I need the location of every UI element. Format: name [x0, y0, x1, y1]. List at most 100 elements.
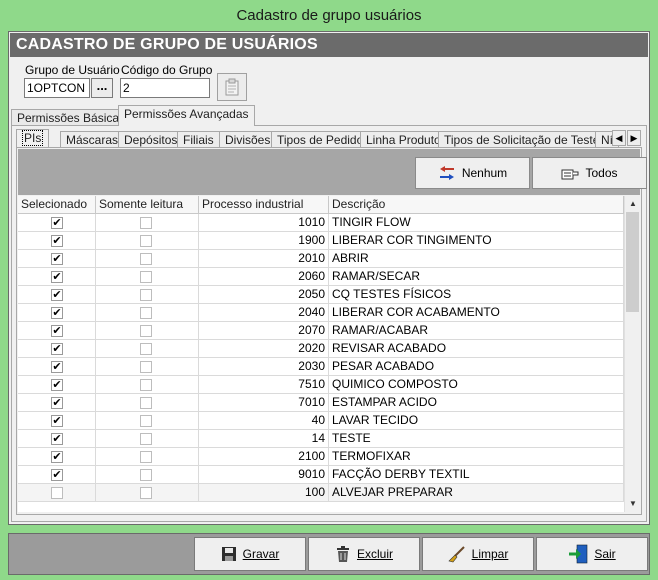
scroll-thumb[interactable]	[626, 212, 639, 312]
column-selecionado[interactable]: Selecionado	[18, 196, 96, 214]
selecionado-cell: ✔	[18, 448, 96, 465]
somente-leitura-cell	[96, 286, 199, 303]
somente-leitura-cell	[96, 322, 199, 339]
scroll-up-icon[interactable]: ▲	[625, 196, 640, 212]
somente-leitura-checkbox[interactable]	[140, 361, 152, 373]
tab-permissoes-avancadas[interactable]: Permissões Avançadas	[118, 105, 255, 126]
table-row[interactable]: ✔ 2030 PESAR ACABADO	[18, 358, 624, 376]
somente-leitura-checkbox[interactable]	[140, 307, 152, 319]
tab-depositos[interactable]: Depósitos	[118, 131, 184, 148]
inner-tab-bar: PIs Máscaras Depósitos Filiais Divisões …	[16, 128, 644, 148]
selecionado-checkbox[interactable]: ✔	[51, 415, 63, 427]
grupo-lookup-button[interactable]: ...	[91, 78, 113, 98]
selecionado-checkbox[interactable]: ✔	[51, 217, 63, 229]
descricao-cell: TINGIR FLOW	[329, 214, 624, 231]
tab-permissoes-basicas[interactable]: Permissões Básicas	[11, 109, 132, 126]
column-processo-industrial[interactable]: Processo industrial	[199, 196, 329, 214]
todos-button[interactable]: Todos	[532, 157, 647, 189]
gravar-button[interactable]: Gravar	[194, 537, 306, 571]
somente-leitura-checkbox[interactable]	[140, 397, 152, 409]
processo-cell: 1010	[199, 214, 329, 231]
somente-leitura-checkbox[interactable]	[140, 451, 152, 463]
somente-leitura-checkbox[interactable]	[140, 289, 152, 301]
selecionado-checkbox[interactable]: ✔	[51, 289, 63, 301]
scroll-down-icon[interactable]: ▼	[625, 496, 640, 512]
todos-label: Todos	[585, 166, 618, 180]
somente-leitura-checkbox[interactable]	[140, 469, 152, 481]
clipboard-button[interactable]	[217, 73, 247, 101]
selecionado-checkbox[interactable]: ✔	[51, 451, 63, 463]
excluir-button[interactable]: Excluir	[308, 537, 420, 571]
somente-leitura-cell	[96, 214, 199, 231]
selecionado-cell: ✔	[18, 340, 96, 357]
descricao-cell: RAMAR/ACABAR	[329, 322, 624, 339]
selecionado-cell: ✔	[18, 466, 96, 483]
tab-mascaras[interactable]: Máscaras	[60, 131, 125, 148]
table-row[interactable]: ✔ 2040 LIBERAR COR ACABAMENTO	[18, 304, 624, 322]
tab-tipos-de-solicitacao[interactable]: Tipos de Solicitação de Testes	[438, 131, 612, 148]
somente-leitura-checkbox[interactable]	[140, 235, 152, 247]
tab-scroll-right-icon[interactable]: ▶	[627, 130, 641, 146]
table-row[interactable]: ✔ 9010 FACÇÃO DERBY TEXTIL	[18, 466, 624, 484]
somente-leitura-checkbox[interactable]	[140, 487, 152, 499]
somente-leitura-cell	[96, 394, 199, 411]
table-row[interactable]: ✔ 2100 TERMOFIXAR	[18, 448, 624, 466]
brush-icon	[448, 546, 465, 563]
selecionado-checkbox[interactable]: ✔	[51, 469, 63, 481]
column-somente-leitura[interactable]: Somente leitura	[96, 196, 199, 214]
table-row[interactable]: ✔ 14 TESTE	[18, 430, 624, 448]
somente-leitura-checkbox[interactable]	[140, 433, 152, 445]
grupo-field[interactable]: 1OPTCON	[24, 78, 90, 98]
somente-leitura-checkbox[interactable]	[140, 325, 152, 337]
table-row[interactable]: ✔ 2010 ABRIR	[18, 250, 624, 268]
table-row[interactable]: ✔ 1010 TINGIR FLOW	[18, 214, 624, 232]
tab-scroll-left-icon[interactable]: ◀	[612, 130, 626, 146]
table-row[interactable]: ✔ 2070 RAMAR/ACABAR	[18, 322, 624, 340]
somente-leitura-cell	[96, 376, 199, 393]
tab-pis[interactable]: PIs	[16, 129, 50, 148]
descricao-cell: PESAR ACABADO	[329, 358, 624, 375]
table-row[interactable]: ✔ 2060 RAMAR/SECAR	[18, 268, 624, 286]
nenhum-button[interactable]: Nenhum	[415, 157, 530, 189]
somente-leitura-cell	[96, 250, 199, 267]
selecionado-checkbox[interactable]: ✔	[51, 343, 63, 355]
limpar-button[interactable]: Limpar	[422, 537, 534, 571]
main-window: CADASTRO DE GRUPO DE USUÁRIOS Grupo de U…	[8, 31, 650, 525]
table-row[interactable]: ✔ 7510 QUIMICO COMPOSTO	[18, 376, 624, 394]
selecionado-checkbox[interactable]: ✔	[51, 325, 63, 337]
table-row[interactable]: ✔ 1900 LIBERAR COR TINGIMENTO	[18, 232, 624, 250]
selecionado-checkbox[interactable]	[51, 487, 63, 499]
selecionado-checkbox[interactable]: ✔	[51, 361, 63, 373]
table-row[interactable]: ✔ 40 LAVAR TECIDO	[18, 412, 624, 430]
table-row[interactable]: ✔ 2050 CQ TESTES FÍSICOS	[18, 286, 624, 304]
somente-leitura-checkbox[interactable]	[140, 415, 152, 427]
tab-divisoes[interactable]: Divisões	[219, 131, 277, 148]
selecionado-checkbox[interactable]: ✔	[51, 235, 63, 247]
sair-button[interactable]: Sair	[536, 537, 648, 571]
column-descricao[interactable]: Descrição	[329, 196, 624, 214]
selecionado-checkbox[interactable]: ✔	[51, 397, 63, 409]
table-row[interactable]: 100 ALVEJAR PREPARAR	[18, 484, 624, 502]
somente-leitura-checkbox[interactable]	[140, 253, 152, 265]
tab-tipos-de-pedido[interactable]: Tipos de Pedido	[271, 131, 370, 148]
selecionado-checkbox[interactable]: ✔	[51, 271, 63, 283]
pis-panel: Nenhum Todos Selecionado Somente leitura	[16, 147, 647, 515]
table-row[interactable]: ✔ 2020 REVISAR ACABADO	[18, 340, 624, 358]
selecionado-checkbox[interactable]: ✔	[51, 379, 63, 391]
selecionado-checkbox[interactable]: ✔	[51, 253, 63, 265]
processo-cell: 7010	[199, 394, 329, 411]
grid-scrollbar[interactable]: ▲ ▼	[624, 196, 640, 512]
form-header: CADASTRO DE GRUPO DE USUÁRIOS	[10, 33, 648, 57]
tab-filiais[interactable]: Filiais	[177, 131, 220, 148]
somente-leitura-checkbox[interactable]	[140, 343, 152, 355]
codigo-field[interactable]: 2	[120, 78, 210, 98]
somente-leitura-checkbox[interactable]	[140, 379, 152, 391]
tab-linha-produto[interactable]: Linha Produto	[360, 131, 447, 148]
selecionado-cell: ✔	[18, 250, 96, 267]
selecionado-checkbox[interactable]: ✔	[51, 433, 63, 445]
exit-door-icon	[569, 544, 588, 564]
selecionado-checkbox[interactable]: ✔	[51, 307, 63, 319]
table-row[interactable]: ✔ 7010 ESTAMPAR ACIDO	[18, 394, 624, 412]
somente-leitura-checkbox[interactable]	[140, 217, 152, 229]
somente-leitura-checkbox[interactable]	[140, 271, 152, 283]
